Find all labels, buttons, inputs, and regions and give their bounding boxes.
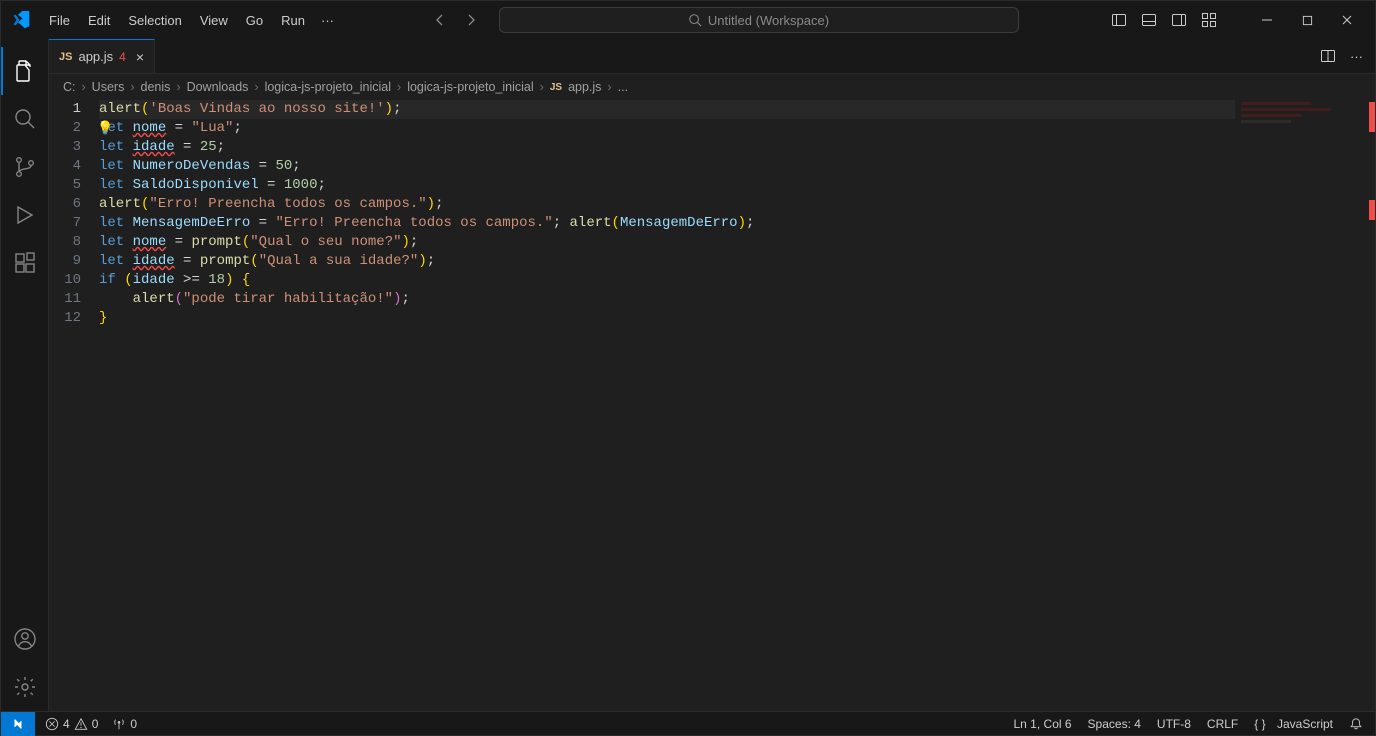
menu-more[interactable]: ··· bbox=[315, 9, 340, 32]
breadcrumb[interactable]: C:› Users› denis› Downloads› logica-js-p… bbox=[49, 74, 1375, 100]
activity-bar bbox=[1, 39, 49, 711]
overview-ruler[interactable] bbox=[1363, 100, 1375, 711]
line-number-gutter: 1 2 3 4 5 6 7 8 9 10 11 12 bbox=[49, 100, 99, 711]
command-center-text: Untitled (Workspace) bbox=[708, 13, 829, 28]
code-line[interactable]: let MensagemDeErro = "Erro! Preencha tod… bbox=[99, 214, 1235, 233]
breadcrumb-part[interactable]: C: bbox=[63, 80, 76, 94]
layout-right-icon[interactable] bbox=[1171, 12, 1187, 28]
breadcrumb-part[interactable]: logica-js-projeto_inicial bbox=[407, 80, 533, 94]
editor-group: JS app.js 4 × ··· C:› Users› denis› Down… bbox=[49, 39, 1375, 711]
tab-app-js[interactable]: JS app.js 4 × bbox=[49, 39, 155, 73]
code-line[interactable]: let NumeroDeVendas = 50; bbox=[99, 157, 1235, 176]
status-bar: 4 0 0 Ln 1, Col 6 Spaces: 4 UTF-8 CRLF {… bbox=[1, 711, 1375, 735]
menu-view[interactable]: View bbox=[192, 9, 236, 32]
activity-accounts-icon[interactable] bbox=[1, 615, 49, 663]
menu-run[interactable]: Run bbox=[273, 9, 313, 32]
menu-edit[interactable]: Edit bbox=[80, 9, 118, 32]
nav-arrows bbox=[433, 12, 479, 28]
code-line[interactable]: } bbox=[99, 309, 1235, 328]
code-editor[interactable]: 1 2 3 4 5 6 7 8 9 10 11 12 💡 alert('Boas… bbox=[49, 100, 1375, 711]
menu-go[interactable]: Go bbox=[238, 9, 271, 32]
activity-source-control-icon[interactable] bbox=[1, 143, 49, 191]
status-eol[interactable]: CRLF bbox=[1207, 717, 1238, 731]
tab-close-icon[interactable]: × bbox=[136, 49, 144, 65]
code-line[interactable]: let nome = prompt("Qual o seu nome?"); bbox=[99, 233, 1235, 252]
status-notifications-icon[interactable] bbox=[1349, 717, 1363, 731]
menu-selection[interactable]: Selection bbox=[120, 9, 189, 32]
code-line[interactable]: alert("Erro! Preencha todos os campos.")… bbox=[99, 195, 1235, 214]
tab-problem-count: 4 bbox=[119, 50, 126, 64]
status-encoding[interactable]: UTF-8 bbox=[1157, 717, 1191, 731]
code-line[interactable]: alert('Boas Vindas ao nosso site!'); bbox=[99, 100, 1235, 119]
nav-forward-icon[interactable] bbox=[463, 12, 479, 28]
window-close-icon[interactable] bbox=[1327, 5, 1367, 35]
breadcrumb-part[interactable]: Users bbox=[92, 80, 125, 94]
remote-indicator-icon[interactable] bbox=[1, 712, 35, 736]
menu-bar: File Edit Selection View Go Run ··· bbox=[41, 9, 340, 32]
lightbulb-icon[interactable]: 💡 bbox=[97, 119, 113, 138]
code-line[interactable]: let idade = prompt("Qual a sua idade?"); bbox=[99, 252, 1235, 271]
code-line[interactable]: alert("pode tirar habilitação!"); bbox=[99, 290, 1235, 309]
search-icon bbox=[688, 13, 702, 27]
activity-run-debug-icon[interactable] bbox=[1, 191, 49, 239]
activity-extensions-icon[interactable] bbox=[1, 239, 49, 287]
vscode-logo-icon bbox=[9, 11, 33, 29]
breadcrumb-file[interactable]: app.js bbox=[568, 80, 601, 94]
breadcrumb-part[interactable]: Downloads bbox=[187, 80, 249, 94]
layout-bottom-icon[interactable] bbox=[1141, 12, 1157, 28]
titlebar: File Edit Selection View Go Run ··· Unti… bbox=[1, 1, 1375, 39]
radio-tower-icon bbox=[112, 717, 126, 731]
js-file-icon: JS bbox=[59, 51, 72, 63]
status-cursor-position[interactable]: Ln 1, Col 6 bbox=[1014, 717, 1072, 731]
layout-customize-icon[interactable] bbox=[1201, 12, 1217, 28]
status-indentation[interactable]: Spaces: 4 bbox=[1088, 717, 1141, 731]
titlebar-right bbox=[1111, 5, 1367, 35]
warning-icon bbox=[74, 717, 88, 731]
code-line[interactable]: let nome = "Lua"; bbox=[99, 119, 1235, 138]
error-icon bbox=[45, 717, 59, 731]
braces-icon: { } bbox=[1254, 717, 1265, 731]
window-minimize-icon[interactable] bbox=[1247, 5, 1287, 35]
code-line[interactable]: if (idade >= 18) { bbox=[99, 271, 1235, 290]
workbench: JS app.js 4 × ··· C:› Users› denis› Down… bbox=[1, 39, 1375, 711]
status-problems[interactable]: 4 0 bbox=[45, 717, 98, 731]
minimap[interactable] bbox=[1241, 100, 1361, 140]
nav-back-icon[interactable] bbox=[433, 12, 449, 28]
code-line[interactable]: let idade = 25; bbox=[99, 138, 1235, 157]
status-language[interactable]: { } JavaScript bbox=[1254, 717, 1333, 731]
breadcrumb-part[interactable]: logica-js-projeto_inicial bbox=[265, 80, 391, 94]
tab-bar: JS app.js 4 × ··· bbox=[49, 39, 1375, 74]
tab-label: app.js bbox=[78, 49, 113, 64]
breadcrumb-symbol[interactable]: ... bbox=[618, 80, 628, 94]
menu-file[interactable]: File bbox=[41, 9, 78, 32]
titlebar-center: Untitled (Workspace) bbox=[344, 7, 1107, 33]
split-editor-icon[interactable] bbox=[1320, 48, 1336, 64]
command-center[interactable]: Untitled (Workspace) bbox=[499, 7, 1019, 33]
tab-actions: ··· bbox=[1320, 39, 1375, 73]
more-actions-icon[interactable]: ··· bbox=[1350, 49, 1363, 64]
activity-explorer-icon[interactable] bbox=[1, 47, 49, 95]
status-ports[interactable]: 0 bbox=[112, 717, 137, 731]
js-file-icon: JS bbox=[550, 82, 562, 93]
breadcrumb-part[interactable]: denis bbox=[141, 80, 171, 94]
layout-left-icon[interactable] bbox=[1111, 12, 1127, 28]
code-content[interactable]: 💡 alert('Boas Vindas ao nosso site!'); l… bbox=[99, 100, 1375, 711]
activity-settings-icon[interactable] bbox=[1, 663, 49, 711]
code-line[interactable]: let SaldoDisponivel = 1000; bbox=[99, 176, 1235, 195]
window-maximize-icon[interactable] bbox=[1287, 5, 1327, 35]
activity-search-icon[interactable] bbox=[1, 95, 49, 143]
